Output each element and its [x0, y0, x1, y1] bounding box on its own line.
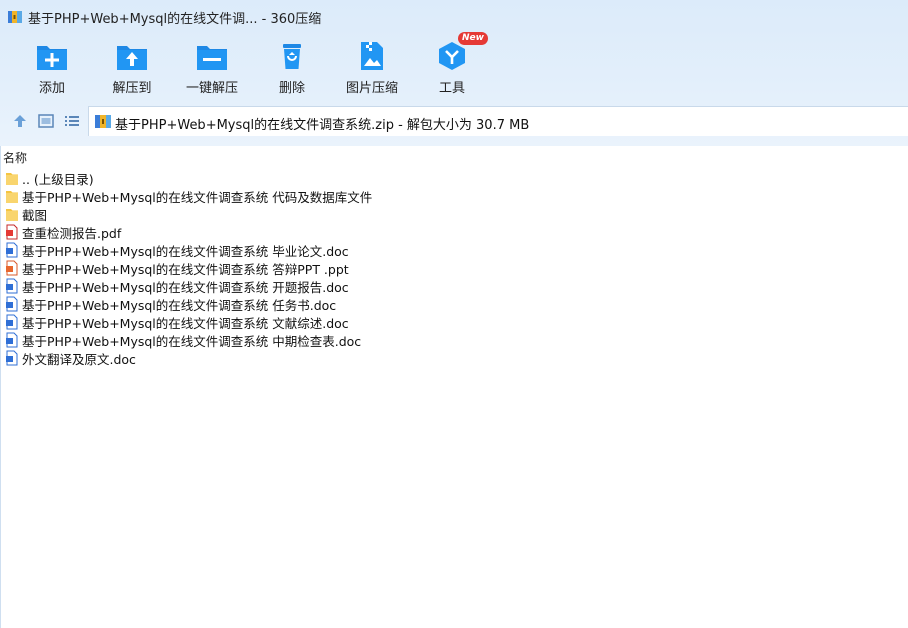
- archive-app-icon: [8, 9, 22, 23]
- file-name: 基于PHP+Web+Mysql的在线文件调查系统 中期检查表.doc: [22, 333, 362, 349]
- word-doc-icon: [5, 278, 19, 294]
- window-title: 基于PHP+Web+Mysql的在线文件调... - 360压缩: [28, 12, 322, 27]
- file-list-panel: 名称 .. (上级目录) 基于PHP+Web+Mysql的在线文件调查系统 代码及…: [0, 146, 908, 628]
- app-window: 基于PHP+Web+Mysql的在线文件调... - 360压缩 添加 解压到 …: [0, 0, 908, 628]
- column-header-name[interactable]: 名称: [3, 149, 27, 166]
- navigation-bar: 基于PHP+Web+Mysql的在线文件调查系统.zip - 解包大小为 30.…: [0, 106, 908, 136]
- up-level-icon[interactable]: [11, 112, 29, 130]
- word-doc-icon: [5, 314, 19, 330]
- delete-label: 删除: [278, 81, 305, 96]
- pdf-file-icon: [5, 224, 19, 240]
- file-row[interactable]: 基于PHP+Web+Mysql的在线文件调查系统 毕业论文.doc: [5, 241, 705, 259]
- image-compress-button[interactable]: 图片压缩: [332, 36, 412, 98]
- path-bar[interactable]: 基于PHP+Web+Mysql的在线文件调查系统.zip - 解包大小为 30.…: [88, 106, 908, 136]
- tools-label: 工具: [438, 81, 465, 96]
- add-button[interactable]: 添加: [12, 36, 92, 98]
- file-name: 基于PHP+Web+Mysql的在线文件调查系统 代码及数据库文件: [22, 189, 373, 205]
- file-row[interactable]: 基于PHP+Web+Mysql的在线文件调查系统 代码及数据库文件: [5, 187, 705, 205]
- folder-icon: [5, 188, 19, 204]
- new-badge: New: [458, 32, 488, 45]
- one-click-extract-button[interactable]: 一键解压: [172, 36, 252, 98]
- file-name: 基于PHP+Web+Mysql的在线文件调查系统 文献综述.doc: [22, 315, 349, 331]
- file-name: 截图: [22, 207, 48, 223]
- file-name: .. (上级目录): [22, 171, 94, 187]
- list-view-icon[interactable]: [63, 112, 81, 130]
- file-row[interactable]: 基于PHP+Web+Mysql的在线文件调查系统 答辩PPT .ppt: [5, 259, 705, 277]
- word-doc-icon: [5, 242, 19, 258]
- image-compress-label: 图片压缩: [345, 81, 398, 96]
- one-click-extract-icon: [172, 40, 252, 72]
- add-label: 添加: [38, 81, 65, 96]
- detail-view-icon[interactable]: [37, 112, 55, 130]
- delete-button[interactable]: 删除: [252, 36, 332, 98]
- one-click-extract-label: 一键解压: [185, 81, 238, 96]
- title-bar[interactable]: 基于PHP+Web+Mysql的在线文件调... - 360压缩: [0, 0, 908, 32]
- file-row[interactable]: 基于PHP+Web+Mysql的在线文件调查系统 中期检查表.doc: [5, 331, 705, 349]
- file-name: 基于PHP+Web+Mysql的在线文件调查系统 开题报告.doc: [22, 279, 349, 295]
- file-name: 基于PHP+Web+Mysql的在线文件调查系统 答辩PPT .ppt: [22, 261, 349, 277]
- extract-to-icon: [92, 40, 172, 72]
- file-row[interactable]: 截图: [5, 205, 705, 223]
- folder-icon: [5, 170, 19, 186]
- file-list: .. (上级目录) 基于PHP+Web+Mysql的在线文件调查系统 代码及数据库…: [5, 169, 705, 367]
- file-row[interactable]: 基于PHP+Web+Mysql的在线文件调查系统 文献综述.doc: [5, 313, 705, 331]
- word-doc-icon: [5, 332, 19, 348]
- tools-button[interactable]: New 工具: [412, 32, 492, 98]
- file-row[interactable]: 查重检测报告.pdf: [5, 223, 705, 241]
- delete-icon: [252, 40, 332, 72]
- image-compress-icon: [332, 40, 412, 72]
- word-doc-icon: [5, 350, 19, 366]
- zip-archive-icon: [95, 114, 111, 129]
- folder-icon: [5, 206, 19, 222]
- file-row[interactable]: 外文翻译及原文.doc: [5, 349, 705, 367]
- file-row[interactable]: 基于PHP+Web+Mysql的在线文件调查系统 开题报告.doc: [5, 277, 705, 295]
- file-name: 基于PHP+Web+Mysql的在线文件调查系统 任务书.doc: [22, 297, 337, 313]
- file-name: 基于PHP+Web+Mysql的在线文件调查系统 毕业论文.doc: [22, 243, 349, 259]
- extract-to-label: 解压到: [112, 81, 152, 96]
- ppt-file-icon: [5, 260, 19, 276]
- file-name: 查重检测报告.pdf: [22, 225, 122, 241]
- main-toolbar: 添加 解压到 一键解压 删除 图片压缩 New 工具: [0, 32, 908, 98]
- file-row[interactable]: .. (上级目录): [5, 169, 705, 187]
- extract-to-button[interactable]: 解压到: [92, 36, 172, 98]
- word-doc-icon: [5, 296, 19, 312]
- file-name: 外文翻译及原文.doc: [22, 351, 136, 367]
- file-row[interactable]: 基于PHP+Web+Mysql的在线文件调查系统 任务书.doc: [5, 295, 705, 313]
- add-icon: [12, 40, 92, 72]
- archive-path: 基于PHP+Web+Mysql的在线文件调查系统.zip - 解包大小为 30.…: [115, 118, 530, 133]
